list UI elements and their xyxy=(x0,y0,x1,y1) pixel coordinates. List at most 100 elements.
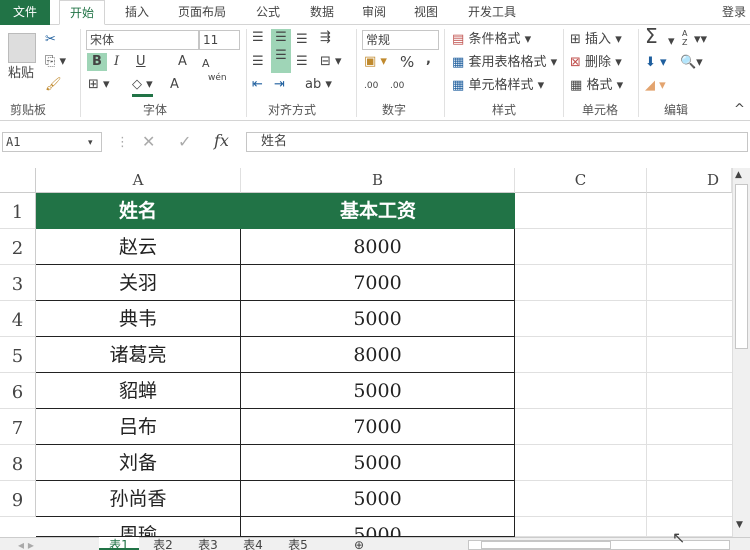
row-header[interactable]: 7 xyxy=(0,409,36,445)
sheet-tab-3[interactable]: 表3 xyxy=(187,537,229,550)
salary-cell[interactable]: 7000 xyxy=(241,409,515,445)
tab-view[interactable]: 视图 xyxy=(406,0,446,25)
align-left-icon[interactable]: ☰ xyxy=(252,53,264,71)
font-name-select[interactable]: 宋体 xyxy=(86,30,199,50)
scroll-up-icon[interactable]: ▲ xyxy=(735,170,742,180)
prev-sheet-icon[interactable]: ◂ ▸ xyxy=(18,537,34,550)
cell-d[interactable] xyxy=(647,373,732,409)
name-cell[interactable]: 周瑜 xyxy=(36,517,241,537)
cell-c[interactable] xyxy=(515,265,647,301)
align-bottom-icon[interactable]: ☰ xyxy=(296,31,308,49)
align-middle-icon[interactable]: ☰ ☰ xyxy=(271,29,291,73)
name-cell[interactable]: 刘备 xyxy=(36,445,241,481)
column-header-a[interactable]: A xyxy=(36,168,241,193)
autosum-button[interactable]: Σ xyxy=(645,26,658,46)
cell-d[interactable] xyxy=(647,229,732,265)
grow-font-button[interactable]: A xyxy=(178,53,187,71)
currency-icon[interactable]: ▣ ▾ xyxy=(364,53,387,71)
font-color-button[interactable]: A xyxy=(170,76,179,94)
collapse-ribbon-icon[interactable]: ^ xyxy=(734,101,745,119)
name-cell[interactable]: 吕布 xyxy=(36,409,241,445)
row-header[interactable]: 2 xyxy=(0,229,36,265)
border-icon[interactable]: ⊞ ▾ xyxy=(88,76,110,94)
sheet-tab-4[interactable]: 表4 xyxy=(232,537,274,550)
sheet-tab-1[interactable]: 表1 xyxy=(99,537,139,550)
column-header-d[interactable]: D xyxy=(647,168,732,193)
name-cell[interactable]: 貂蝉 xyxy=(36,373,241,409)
cell-d[interactable] xyxy=(647,481,732,517)
italic-button[interactable]: I xyxy=(114,53,119,71)
salary-cell[interactable]: 5000 xyxy=(241,445,515,481)
fill-color-icon[interactable]: ◇ ▾ xyxy=(132,76,153,97)
percent-button[interactable]: % xyxy=(400,53,414,71)
bold-button[interactable]: B xyxy=(87,53,107,71)
cell-c[interactable] xyxy=(515,445,647,481)
login-link[interactable]: 登录 xyxy=(718,0,750,25)
cell-d[interactable] xyxy=(647,193,732,229)
row-header[interactable]: 1 xyxy=(0,193,36,229)
scroll-thumb[interactable] xyxy=(735,184,748,349)
decrease-indent-icon[interactable]: ⇤ xyxy=(252,76,263,94)
sort-filter-button[interactable]: A Z xyxy=(682,29,692,47)
font-size-select[interactable]: 11 xyxy=(199,30,240,50)
row-header[interactable]: 6 xyxy=(0,373,36,409)
decrease-decimal-button[interactable]: .00 xyxy=(390,77,404,95)
format-painter-icon[interactable]: 🖌 xyxy=(45,76,62,94)
cell-styles-button[interactable]: ▦ 单元格样式 ▾ xyxy=(452,77,544,95)
comma-button[interactable]: , xyxy=(426,51,431,69)
cell-d[interactable] xyxy=(647,409,732,445)
align-top-icon[interactable]: ☰ xyxy=(252,29,264,47)
name-cell[interactable]: 孙尚香 xyxy=(36,481,241,517)
cell-c[interactable] xyxy=(515,337,647,373)
clear-icon[interactable]: ◢ ▾ xyxy=(645,77,666,95)
align-right-icon[interactable]: ☰ xyxy=(296,53,308,71)
header-cell-salary[interactable]: 基本工资 xyxy=(241,193,515,229)
cancel-icon[interactable]: ✕ xyxy=(142,133,155,151)
enter-icon[interactable]: ✓ xyxy=(178,133,191,151)
increase-decimal-button[interactable]: .00 xyxy=(364,77,378,95)
conditional-format-button[interactable]: ▤ 条件格式 ▾ xyxy=(452,31,531,49)
sheet-tab-5[interactable]: 表5 xyxy=(277,537,319,550)
filter-icon[interactable]: ▾▾ xyxy=(694,31,707,49)
cell-c[interactable] xyxy=(515,481,647,517)
sheet-tab-2[interactable]: 表2 xyxy=(142,537,184,550)
tab-formulas[interactable]: 公式 xyxy=(248,0,288,25)
formula-input[interactable]: 姓名 xyxy=(246,132,748,152)
tab-data[interactable]: 数据 xyxy=(302,0,342,25)
header-cell-name[interactable]: 姓名 xyxy=(36,193,241,229)
cut-icon[interactable]: ✂ xyxy=(45,31,56,49)
cell-c[interactable] xyxy=(515,301,647,337)
cell-d[interactable] xyxy=(647,517,732,537)
column-header-c[interactable]: C xyxy=(515,168,647,193)
salary-cell[interactable]: 7000 xyxy=(241,265,515,301)
cell-c[interactable] xyxy=(515,373,647,409)
row-header[interactable]: 5 xyxy=(0,337,36,373)
cell-c[interactable] xyxy=(515,229,647,265)
tab-insert[interactable]: 插入 xyxy=(116,0,158,25)
horizontal-scroll-thumb[interactable] xyxy=(481,541,611,549)
tab-home[interactable]: 开始 xyxy=(59,0,105,25)
copy-icon[interactable]: ⎘ ▾ xyxy=(45,53,66,71)
vertical-scrollbar[interactable]: ▲ ▼ xyxy=(732,168,750,537)
insert-function-button[interactable]: fx xyxy=(214,132,229,150)
salary-cell[interactable]: 5000 xyxy=(241,481,515,517)
tab-page-layout[interactable]: 页面布局 xyxy=(170,0,234,25)
salary-cell[interactable]: 8000 xyxy=(241,229,515,265)
salary-cell[interactable]: 5000 xyxy=(241,373,515,409)
cell-d[interactable] xyxy=(647,445,732,481)
orientation-icon[interactable]: ab ▾ xyxy=(305,76,332,94)
number-format-select[interactable]: 常规 xyxy=(362,30,439,50)
select-all-button[interactable] xyxy=(0,168,36,193)
name-cell[interactable]: 赵云 xyxy=(36,229,241,265)
add-sheet-icon[interactable]: ⊕ xyxy=(354,537,364,550)
tab-developer[interactable]: 开发工具 xyxy=(460,0,524,25)
column-header-b[interactable]: B xyxy=(241,168,515,193)
name-cell[interactable]: 典韦 xyxy=(36,301,241,337)
cell-c[interactable] xyxy=(515,517,647,537)
tab-review[interactable]: 审阅 xyxy=(354,0,394,25)
paste-button[interactable]: 粘贴 xyxy=(8,65,34,83)
name-cell[interactable]: 关羽 xyxy=(36,265,241,301)
cell-d[interactable] xyxy=(647,337,732,373)
row-header[interactable]: 3 xyxy=(0,265,36,301)
name-cell[interactable]: 诸葛亮 xyxy=(36,337,241,373)
